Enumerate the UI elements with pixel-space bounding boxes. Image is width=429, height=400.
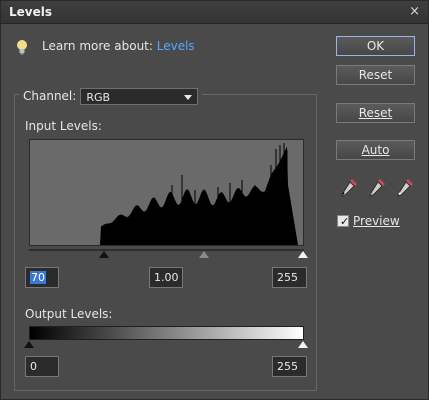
output-levels-label: Output Levels: bbox=[25, 307, 113, 321]
channel-row: Channel: RGB bbox=[19, 87, 203, 105]
input-slider-track[interactable] bbox=[29, 249, 304, 251]
histogram-graph bbox=[30, 143, 303, 245]
learn-more-label: Learn more about: bbox=[42, 39, 153, 53]
channel-select[interactable]: RGB bbox=[80, 87, 199, 105]
levels-dialog: Levels × Learn more about: Levels Channe… bbox=[0, 0, 429, 400]
output-white-field[interactable]: 255 bbox=[272, 356, 307, 377]
lightbulb-icon bbox=[17, 40, 27, 55]
checkmark-icon: ✓ bbox=[340, 215, 350, 228]
output-black-value: 0 bbox=[30, 360, 37, 373]
black-eyedropper-icon[interactable] bbox=[338, 176, 360, 198]
output-white-handle[interactable] bbox=[298, 341, 308, 348]
input-levels-label: Input Levels: bbox=[25, 119, 102, 133]
reset-button-top[interactable]: Reset bbox=[336, 65, 415, 85]
output-gradient bbox=[29, 326, 304, 340]
white-eyedropper-icon[interactable] bbox=[394, 176, 416, 198]
preview-toggle[interactable]: ✓ Preview bbox=[337, 213, 400, 229]
input-black-field[interactable]: 70 bbox=[25, 267, 59, 288]
auto-button[interactable]: Auto bbox=[336, 140, 415, 160]
output-black-handle[interactable] bbox=[24, 341, 34, 348]
output-black-field[interactable]: 0 bbox=[25, 356, 59, 377]
title-bar: Levels × bbox=[1, 1, 428, 24]
chevron-down-icon bbox=[184, 94, 193, 100]
reset-button[interactable]: Reset bbox=[336, 103, 415, 123]
input-white-handle[interactable] bbox=[298, 251, 308, 258]
histogram bbox=[29, 139, 304, 246]
input-gamma-handle[interactable] bbox=[199, 251, 209, 258]
output-white-value: 255 bbox=[277, 360, 298, 373]
close-icon[interactable]: × bbox=[409, 4, 420, 19]
input-white-value: 255 bbox=[277, 271, 298, 284]
histogram-fill bbox=[30, 146, 303, 245]
input-black-handle[interactable] bbox=[99, 251, 109, 258]
channel-value: RGB bbox=[86, 90, 111, 104]
input-black-value: 70 bbox=[30, 271, 46, 284]
dialog-title: Levels bbox=[9, 5, 53, 19]
auto-button-label: Auto bbox=[361, 143, 390, 157]
gray-eyedropper-icon[interactable] bbox=[366, 176, 388, 198]
preview-label: Preview bbox=[353, 214, 400, 228]
channel-label: Channel: bbox=[23, 89, 77, 103]
input-gamma-value: 1.00 bbox=[154, 271, 179, 284]
levels-help-link[interactable]: Levels bbox=[157, 39, 195, 53]
preview-checkbox[interactable]: ✓ bbox=[337, 215, 350, 228]
reset-button-label: Reset bbox=[358, 106, 393, 120]
ok-button[interactable]: OK bbox=[336, 36, 415, 56]
input-gamma-field[interactable]: 1.00 bbox=[149, 267, 183, 288]
input-white-field[interactable]: 255 bbox=[272, 267, 307, 288]
learn-more-text: Learn more about: Levels bbox=[42, 39, 195, 53]
